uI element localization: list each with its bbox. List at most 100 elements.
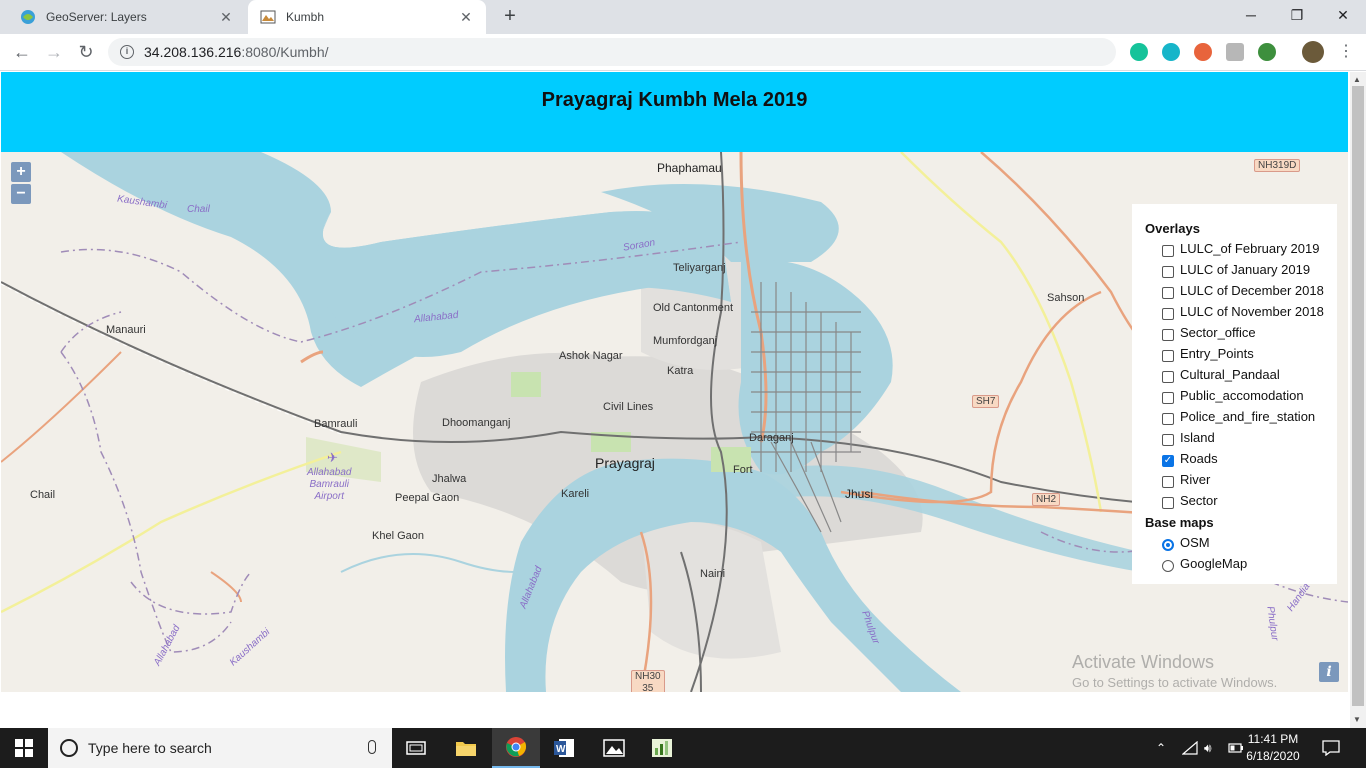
taskbar-clock[interactable]: 11:41 PM 6/18/2020: [1238, 731, 1308, 765]
k-extension-icon[interactable]: [1226, 43, 1244, 61]
watermark-line1: Activate Windows: [1072, 652, 1215, 672]
microphone-icon[interactable]: [368, 740, 376, 754]
overlay-label: Entry_Points: [1180, 346, 1254, 361]
attribution-button[interactable]: i: [1319, 662, 1339, 682]
basemap-radio[interactable]: [1162, 559, 1174, 572]
overlay-checkbox[interactable]: [1162, 307, 1174, 320]
overlay-sector[interactable]: Sector: [1145, 490, 1337, 511]
globe-extension-icon[interactable]: [1258, 43, 1276, 61]
overlay-public-accomodation[interactable]: Public_accomodation: [1145, 385, 1337, 406]
tab-geoserver-layers[interactable]: GeoServer: Layers ✕: [8, 0, 246, 34]
chart-app-taskbar-icon[interactable]: [638, 728, 686, 768]
file-explorer-icon[interactable]: [442, 728, 490, 768]
url-host: 34.208.136.216: [144, 44, 242, 60]
overlay-checkbox[interactable]: [1162, 412, 1174, 425]
overlay-checkbox[interactable]: [1162, 475, 1174, 488]
overlay-checkbox[interactable]: [1162, 349, 1174, 362]
taskbar-search-box[interactable]: Type here to search: [48, 728, 392, 768]
back-button[interactable]: ←: [8, 39, 36, 67]
word-taskbar-icon[interactable]: W: [540, 728, 588, 768]
browser-toolbar: ← → ↻ i 34.208.136.216:8080/Kumbh/ ⋮: [0, 34, 1366, 71]
map-label-jhalwa: Jhalwa: [432, 473, 467, 485]
road-badge-nh2: NH2: [1032, 493, 1061, 506]
close-tab-icon[interactable]: ✕: [458, 9, 474, 26]
tab-strip: GeoServer: Layers ✕ Kumbh ✕ + ─ ❐ ✕: [0, 0, 1366, 34]
tab-kumbh[interactable]: Kumbh ✕: [248, 0, 486, 34]
layer-switcher-panel: Overlays LULC_of February 2019 LULC of J…: [1132, 204, 1337, 584]
browser-menu-icon[interactable]: ⋮: [1338, 41, 1354, 61]
overlay-lulc-jan-2019[interactable]: LULC of January 2019: [1145, 259, 1337, 280]
overlay-checkbox[interactable]: [1162, 286, 1174, 299]
overlay-lulc-feb-2019[interactable]: LULC_of February 2019: [1145, 238, 1337, 259]
overlay-river[interactable]: River: [1145, 469, 1337, 490]
overlay-label: River: [1180, 472, 1211, 487]
overlay-lulc-nov-2018[interactable]: LULC of November 2018: [1145, 301, 1337, 322]
url-path: :8080/Kumbh/: [241, 44, 329, 60]
web-page: Prayagraj Kumbh Mela 2019 Phaphamau Kaus…: [0, 72, 1350, 728]
basemap-osm[interactable]: OSM: [1145, 532, 1337, 553]
page-header: Prayagraj Kumbh Mela 2019: [1, 72, 1348, 152]
windows-start-button[interactable]: [0, 728, 48, 768]
minimize-button[interactable]: ─: [1228, 0, 1274, 34]
cortana-icon: [60, 739, 78, 757]
overlay-label: Sector: [1180, 493, 1218, 508]
overlays-heading: Overlays: [1145, 221, 1200, 236]
road-badge-nh319d: NH319D: [1254, 159, 1301, 172]
windows-logo-icon: [15, 739, 33, 757]
m-extension-icon[interactable]: [1162, 43, 1180, 61]
overlay-island[interactable]: Island: [1145, 427, 1337, 448]
overlay-checkbox[interactable]: [1162, 370, 1174, 383]
profile-avatar[interactable]: [1302, 41, 1324, 63]
close-tab-icon[interactable]: ✕: [218, 9, 234, 26]
new-tab-button[interactable]: +: [498, 5, 522, 29]
svg-text:W: W: [556, 744, 566, 755]
tab-label: GeoServer: Layers: [46, 10, 147, 24]
site-info-icon[interactable]: i: [120, 45, 134, 59]
overlay-checkbox[interactable]: [1162, 391, 1174, 404]
show-hidden-icons[interactable]: ⌃: [1156, 728, 1166, 768]
overlay-cultural-pandaal[interactable]: Cultural_Pandaal: [1145, 364, 1337, 385]
overlay-sector-office[interactable]: Sector_office: [1145, 322, 1337, 343]
scroll-down-icon[interactable]: ▼: [1353, 715, 1361, 724]
map-label-chail-town: Chail: [30, 489, 56, 501]
task-view-icon[interactable]: [392, 728, 440, 768]
overlay-lulc-dec-2018[interactable]: LULC of December 2018: [1145, 280, 1337, 301]
page-scrollbar[interactable]: ▲ ▼: [1350, 72, 1366, 728]
basemap-radio-selected[interactable]: [1162, 538, 1174, 551]
forward-button[interactable]: →: [40, 39, 68, 67]
overlay-checkbox[interactable]: [1162, 265, 1174, 278]
basemap-googlemap[interactable]: GoogleMap: [1145, 553, 1337, 574]
map-viewport[interactable]: Phaphamau Kaushambi Chail Soraon Teliyar…: [1, 152, 1348, 692]
zoom-out-button[interactable]: −: [11, 184, 31, 204]
close-window-button[interactable]: ✕: [1320, 0, 1366, 34]
scroll-up-icon[interactable]: ▲: [1353, 75, 1361, 84]
overlay-checkbox[interactable]: [1162, 244, 1174, 257]
overlay-checkbox-checked[interactable]: ✓: [1162, 454, 1174, 467]
chrome-taskbar-icon[interactable]: [492, 728, 540, 768]
photos-taskbar-icon[interactable]: [590, 728, 638, 768]
overlay-label: Island: [1180, 430, 1215, 445]
reload-button[interactable]: ↻: [72, 39, 100, 67]
notification-icon[interactable]: [1322, 728, 1340, 768]
clock-time: 11:41 PM: [1247, 732, 1299, 746]
basemaps-heading: Base maps: [1145, 515, 1214, 530]
zoom-in-button[interactable]: +: [11, 162, 31, 182]
map-label-prayagraj: Prayagraj: [595, 455, 655, 471]
taskbar-search-placeholder: Type here to search: [88, 740, 212, 756]
map-label-dhoomanganj: Dhoomanganj: [442, 417, 511, 429]
overlay-checkbox[interactable]: [1162, 496, 1174, 509]
network-icon[interactable]: [1182, 728, 1198, 768]
overlay-entry-points[interactable]: Entry_Points: [1145, 343, 1337, 364]
overlay-checkbox[interactable]: [1162, 433, 1174, 446]
volume-icon[interactable]: 🔊︎: [1204, 728, 1212, 768]
overlay-roads[interactable]: ✓ Roads: [1145, 448, 1337, 469]
overlay-checkbox[interactable]: [1162, 328, 1174, 341]
scrollbar-thumb[interactable]: [1352, 86, 1364, 706]
overlay-label: Cultural_Pandaal: [1180, 367, 1280, 382]
overlay-police-fire[interactable]: Police_and_fire_station: [1145, 406, 1337, 427]
grammarly-extension-icon[interactable]: [1130, 43, 1148, 61]
restore-button[interactable]: ❐: [1274, 0, 1320, 34]
map-label-ashok-nagar: Ashok Nagar: [559, 350, 623, 362]
duckduckgo-extension-icon[interactable]: [1194, 43, 1212, 61]
address-bar[interactable]: i 34.208.136.216:8080/Kumbh/: [108, 38, 1116, 66]
